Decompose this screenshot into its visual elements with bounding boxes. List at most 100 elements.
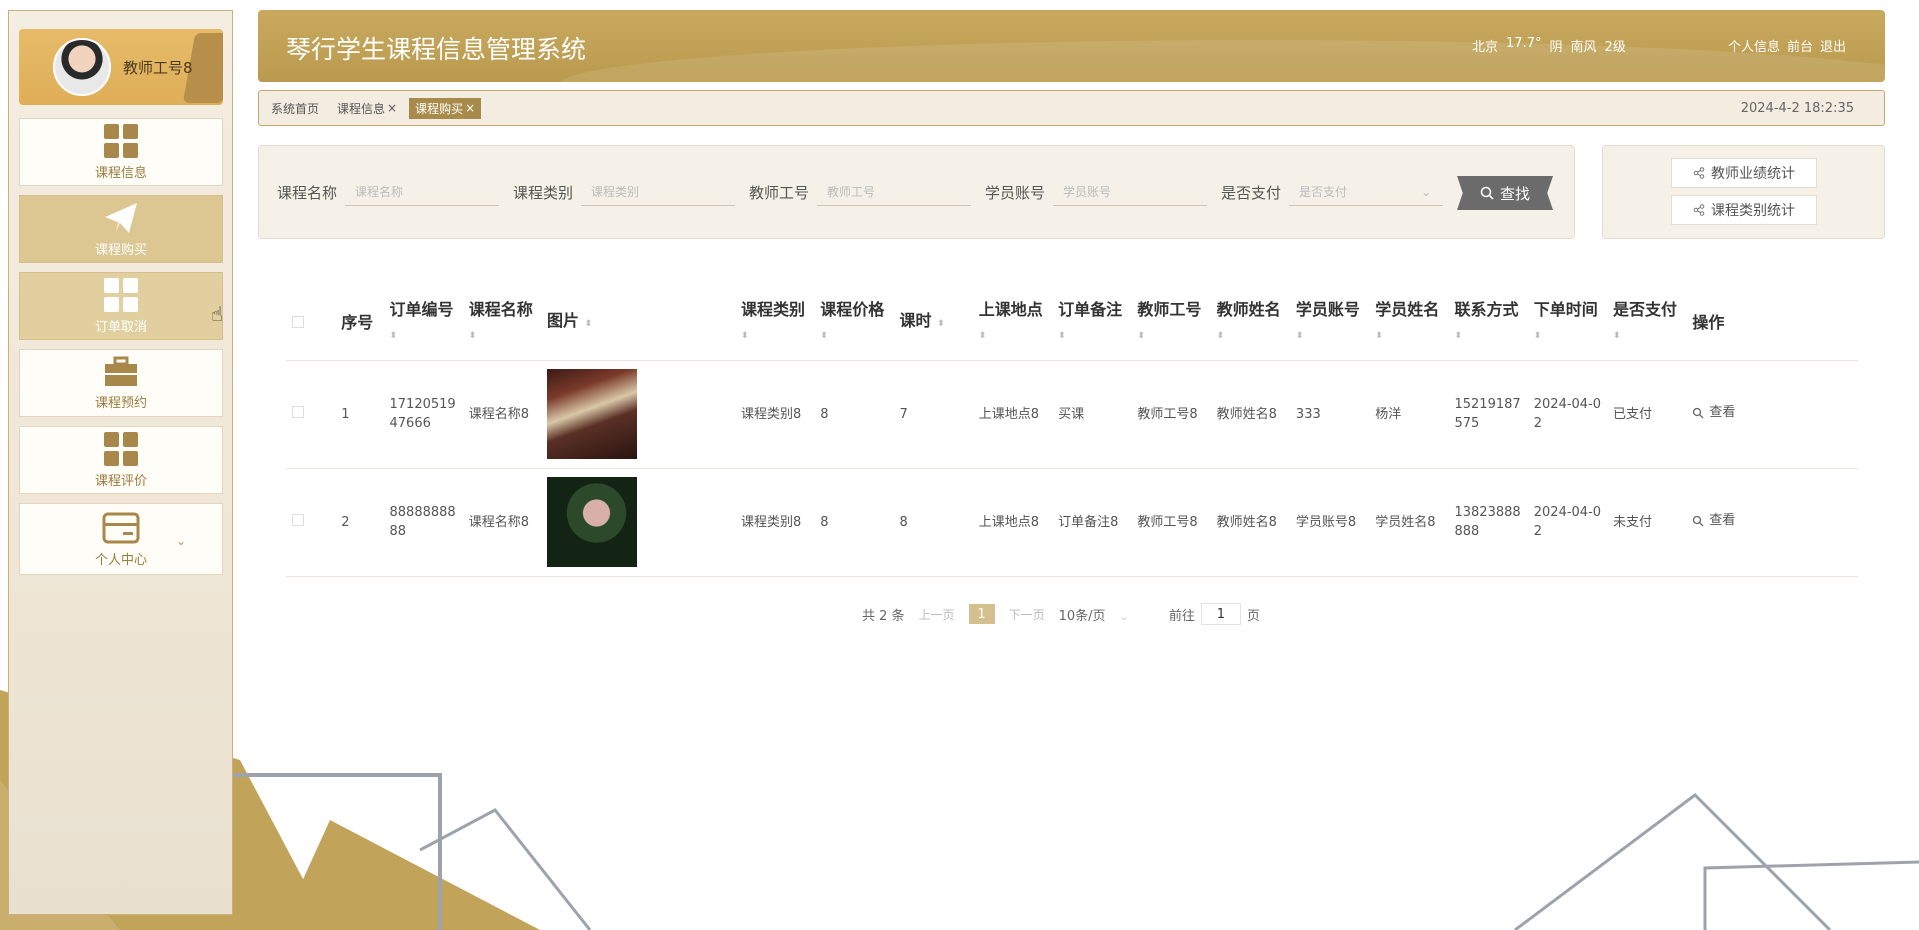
student-account-field: 学员账号 [985,178,1208,206]
column-header[interactable]: 教师姓名 ⬍ [1210,286,1290,361]
search-icon [1480,186,1494,200]
header-label: 教师姓名 [1216,299,1281,319]
briefcase-icon [105,356,137,386]
sort-icon[interactable]: ⬍ [585,319,593,329]
avatar [53,38,111,96]
header-wave [558,40,1885,82]
teacher-performance-stats-button[interactable]: 教师业绩统计 [1671,158,1817,188]
table-row: 1 1712051947666 课程名称8 课程类别8 8 7 上课地点8 买课… [286,360,1858,469]
sort-icon[interactable]: ⬍ [979,331,987,341]
sort-icon[interactable]: ⬍ [1613,331,1621,341]
table-cell: 课程名称8 [462,468,541,577]
search-button-label: 查找 [1499,184,1530,203]
column-header[interactable]: 课时 ⬍ [893,286,973,361]
course-category-stats-button[interactable]: 课程类别统计 [1671,195,1817,225]
sidebar-item-order-cancel[interactable]: 订单取消 [19,272,223,340]
column-header[interactable]: 订单编号 ⬍ [383,286,463,361]
column-header[interactable]: 学员姓名 ⬍ [1369,286,1449,361]
sort-icon[interactable]: ⬍ [1296,331,1304,341]
sort-icon[interactable]: ⬍ [1534,331,1542,341]
header-label: 订单备注 [1058,299,1123,319]
prev-page-button[interactable]: 上一页 [919,606,955,623]
view-button[interactable]: 查看 [1692,403,1735,422]
sidebar-item-course-review[interactable]: 课程评价 [19,426,223,494]
table-cell: 15219187575 [1448,360,1528,469]
column-header[interactable]: 学员账号 ⬍ [1289,286,1370,361]
row-checkbox[interactable] [292,513,304,526]
profile-link[interactable]: 个人信息 [1728,36,1780,55]
sort-icon[interactable]: ⬍ [937,319,945,329]
chevron-down-icon[interactable]: ⌄ [176,534,186,548]
course-category-input[interactable] [581,178,736,206]
hand-cursor-icon: ☝ [211,302,224,326]
table-cell: 7 [893,360,973,469]
tab-home[interactable]: 系统首页 [271,100,319,117]
weather-level: 2级 [1604,40,1626,55]
select-all-checkbox[interactable] [292,316,304,329]
chevron-down-icon: ⌄ [1119,609,1129,623]
teacher-id-input[interactable] [817,178,972,206]
user-card[interactable]: 教师工号8 [19,29,223,105]
tab-label: 系统首页 [271,101,320,116]
frontend-link[interactable]: 前台 [1787,36,1813,55]
teacher-id-field: 教师工号 [749,178,972,206]
current-page[interactable]: 1 [968,604,995,624]
sidebar-item-course-booking[interactable]: 课程预约 [19,349,223,417]
close-icon[interactable]: × [465,101,475,115]
table-cell: 教师姓名8 [1210,468,1290,577]
column-header[interactable]: 是否支付 ⬍ [1607,286,1687,361]
column-header[interactable]: 下单时间 ⬍ [1527,286,1608,361]
action-cell: 查看 [1686,468,1858,577]
column-header[interactable]: 上课地点 ⬍ [972,286,1053,361]
course-image[interactable] [547,477,637,567]
tab-course-info[interactable]: 课程信息 × [337,100,397,117]
goto-page-input[interactable] [1200,603,1241,625]
column-header[interactable]: 课程类别 ⬍ [734,286,815,361]
sort-icon[interactable]: ⬍ [1058,331,1066,341]
orders-table: 序号 订单编号 ⬍ 课程名称 ⬍ 图片 ⬍ 课程类别 ⬍ 课程价格 ⬍ 课时 ⬍… [286,286,1858,577]
course-name-field: 课程名称 [277,178,500,206]
header-label: 上课地点 [978,299,1043,319]
page-size-select[interactable]: 10条/页 ⌄ [1059,605,1129,624]
column-header[interactable]: 课程价格 ⬍ [814,286,894,361]
header-label: 图片 [547,311,580,331]
select-placeholder: 是否支付 [1299,185,1348,199]
tab-course-purchase[interactable]: 课程购买 × [409,97,482,119]
paper-plane-icon [105,202,137,233]
search-button[interactable]: 查找 [1457,176,1553,210]
view-button[interactable]: 查看 [1692,511,1735,530]
field-label: 是否支付 [1221,183,1282,202]
next-page-button[interactable]: 下一页 [1009,606,1045,623]
tab-label: 课程购买 [415,101,464,116]
course-image[interactable] [547,369,637,459]
field-label: 课程名称 [277,183,338,202]
sidebar-item-label: 课程购买 [94,242,147,258]
header-label: 序号 [341,313,374,333]
sidebar-item-course-info[interactable]: 课程信息 [19,118,223,186]
sort-icon[interactable]: ⬍ [1137,331,1145,341]
column-header[interactable]: 图片 ⬍ [541,286,735,361]
sort-icon[interactable]: ⬍ [741,331,749,341]
sort-icon[interactable]: ⬍ [1375,331,1383,341]
paid-status-select[interactable]: 是否支付 ⌄ [1289,178,1444,206]
sidebar-item-course-purchase[interactable]: 课程购买 [19,195,223,263]
search-icon [1693,515,1704,527]
sort-icon[interactable]: ⬍ [1454,331,1462,341]
table-cell: 2 [335,468,384,577]
logout-link[interactable]: 退出 [1820,36,1846,55]
sort-icon[interactable]: ⬍ [1217,331,1225,341]
course-name-input[interactable] [345,178,500,206]
sort-icon[interactable]: ⬍ [390,331,398,341]
student-account-input[interactable] [1053,178,1208,206]
field-label: 教师工号 [749,183,810,202]
sort-icon[interactable]: ⬍ [469,331,477,341]
row-checkbox[interactable] [292,405,304,418]
column-header[interactable]: 教师工号 ⬍ [1131,286,1211,361]
column-header[interactable]: 课程名称 ⬍ [462,286,541,361]
close-icon[interactable]: × [387,101,397,115]
row-checkbox-cell [286,468,336,577]
sidebar-item-personal-center[interactable]: 个人中心 ⌄ [19,503,223,575]
sort-icon[interactable]: ⬍ [820,331,828,341]
column-header[interactable]: 联系方式 ⬍ [1448,286,1528,361]
column-header[interactable]: 订单备注 ⬍ [1052,286,1132,361]
